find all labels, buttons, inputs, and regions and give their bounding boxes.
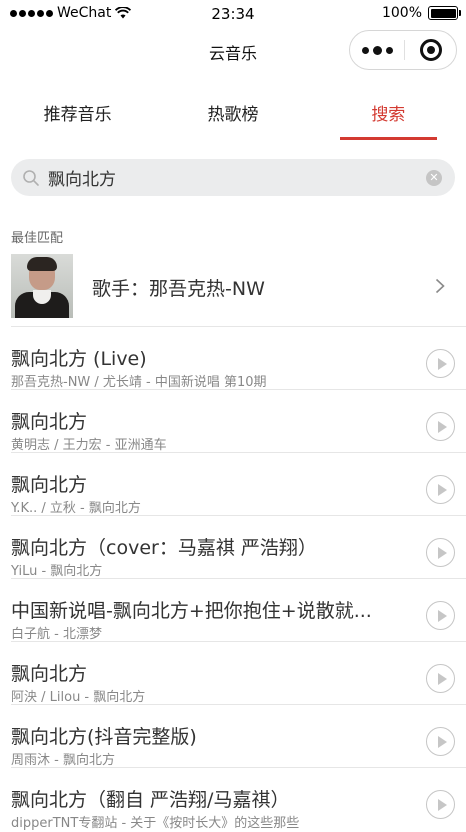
play-icon[interactable] xyxy=(426,349,455,378)
play-icon[interactable] xyxy=(426,601,455,630)
song-subtitle: YiLu - 飘向北方 xyxy=(11,564,103,579)
song-title: 飘向北方 xyxy=(11,411,88,433)
song-subtitle: 白子航 - 北漂梦 xyxy=(11,627,102,642)
song-subtitle: 周雨沐 - 飘向北方 xyxy=(11,753,115,768)
song-title: 飘向北方（cover：马嘉祺 严浩翔） xyxy=(11,537,317,559)
play-icon[interactable] xyxy=(426,412,455,441)
tab-search[interactable]: 搜索 xyxy=(311,96,466,140)
search-input[interactable] xyxy=(48,159,426,196)
song-title: 飘向北方(抖音完整版) xyxy=(11,726,197,748)
song-row[interactable]: 飘向北方 阿泱 / Lilou - 飘向北方 xyxy=(11,641,466,705)
battery-icon xyxy=(428,6,461,20)
search-icon xyxy=(23,169,39,186)
song-row[interactable]: 飘向北方(抖音完整版) 周雨沐 - 飘向北方 xyxy=(11,704,466,768)
close-miniprogram-button[interactable] xyxy=(405,39,456,61)
status-right: 100% xyxy=(381,5,461,21)
best-match-row[interactable]: 歌手：那吾克热-NW xyxy=(0,254,466,320)
play-icon[interactable] xyxy=(426,790,455,819)
song-subtitle: 那吾克热-NW / 尤长靖 - 中国新说唱 第10期 xyxy=(11,375,267,390)
tab-hot-chart[interactable]: 热歌榜 xyxy=(155,96,310,140)
best-match-text: 歌手：那吾克热-NW xyxy=(92,278,265,300)
song-title: 飘向北方 (Live) xyxy=(11,348,147,370)
song-row[interactable]: 飘向北方 黄明志 / 王力宏 - 亚洲通车 xyxy=(11,389,466,453)
tab-bar: 推荐音乐 热歌榜 搜索 xyxy=(0,96,466,140)
song-row[interactable]: 飘向北方 (Live) 那吾克热-NW / 尤长靖 - 中国新说唱 第10期 xyxy=(11,326,466,390)
search-box: ✕ xyxy=(11,159,455,196)
song-subtitle: Y.K.. / 立秋 - 飘向北方 xyxy=(11,501,141,516)
song-title: 飘向北方 xyxy=(11,474,88,496)
song-list: 飘向北方 (Live) 那吾克热-NW / 尤长靖 - 中国新说唱 第10期 飘… xyxy=(0,326,466,831)
battery-percent: 100% xyxy=(381,5,422,21)
best-match-label: 最佳匹配 xyxy=(11,231,64,246)
play-icon[interactable] xyxy=(426,664,455,693)
clear-icon[interactable]: ✕ xyxy=(426,169,442,186)
song-row[interactable]: 飘向北方（cover：马嘉祺 严浩翔） YiLu - 飘向北方 xyxy=(11,515,466,579)
song-row[interactable]: 飘向北方 Y.K.. / 立秋 - 飘向北方 xyxy=(11,452,466,516)
status-bar: WeChat 23:34 100% xyxy=(0,0,466,28)
song-title: 中国新说唱-飘向北方+把你抱住+说散就... xyxy=(11,600,372,622)
more-icon[interactable] xyxy=(350,45,404,55)
close-target-icon xyxy=(419,39,442,61)
play-icon[interactable] xyxy=(426,727,455,756)
song-subtitle: 阿泱 / Lilou - 飘向北方 xyxy=(11,690,146,705)
song-row[interactable]: 中国新说唱-飘向北方+把你抱住+说散就... 白子航 - 北漂梦 xyxy=(11,578,466,642)
miniprogram-capsule xyxy=(349,30,457,70)
nav-bar: 云音乐 xyxy=(0,28,466,74)
song-title: 飘向北方 xyxy=(11,663,88,685)
chevron-right-icon xyxy=(435,278,445,294)
song-subtitle: dipperTNT专翻站 - 关于《按时长大》的这些那些 xyxy=(11,816,300,831)
play-icon[interactable] xyxy=(426,475,455,504)
artist-avatar xyxy=(11,254,73,318)
tab-recommended[interactable]: 推荐音乐 xyxy=(0,96,155,140)
play-icon[interactable] xyxy=(426,538,455,567)
song-title: 飘向北方（翻自 严浩翔/马嘉祺） xyxy=(11,789,290,811)
song-subtitle: 黄明志 / 王力宏 - 亚洲通车 xyxy=(11,438,167,453)
song-row[interactable]: 飘向北方（翻自 严浩翔/马嘉祺） dipperTNT专翻站 - 关于《按时长大》… xyxy=(11,767,466,831)
